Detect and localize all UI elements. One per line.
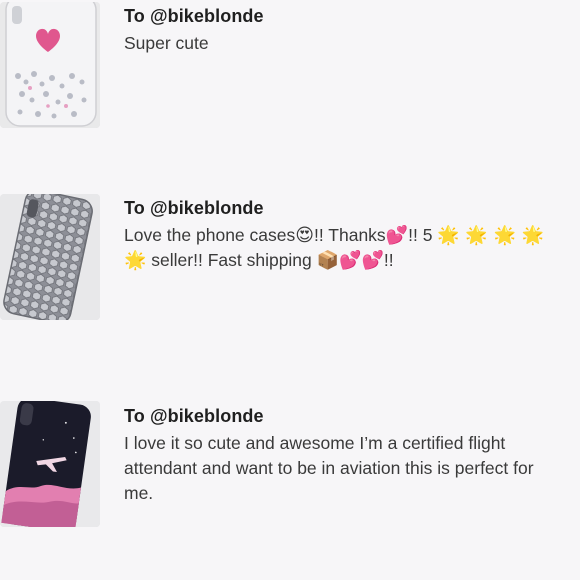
- review-text-part: Super cute: [124, 33, 209, 53]
- two-hearts-emoji-icon: 💕: [385, 225, 409, 246]
- review-recipient[interactable]: To @bikeblonde: [124, 5, 564, 27]
- package-hearts-emoji-icon: 📦💕💕: [316, 250, 384, 271]
- review-recipient[interactable]: To @bikeblonde: [124, 405, 564, 427]
- review-text: Love the phone cases😍!! Thanks💕!! 5 🌟 🌟 …: [124, 223, 564, 273]
- phone-case-thumbnail[interactable]: [0, 2, 100, 128]
- phone-case-thumbnail[interactable]: [0, 401, 100, 527]
- airplane-sky-phone-case-icon: [0, 401, 100, 527]
- heart-eyes-emoji-icon: 😍: [295, 225, 315, 246]
- phone-case-thumbnail[interactable]: [0, 194, 100, 320]
- review-text: I love it so cute and awesome I’m a cert…: [124, 431, 564, 506]
- review-text-part: I love it so cute and awesome I’m a cert…: [124, 433, 534, 503]
- review-text: Super cute: [124, 31, 564, 56]
- review-text-part: seller!! Fast shipping: [146, 250, 317, 270]
- review-text-part: !! 5: [408, 225, 438, 245]
- hexagon-glitter-phone-case-icon: [0, 194, 100, 320]
- review-text-part: !!: [383, 250, 394, 270]
- review-text-part: Love the phone cases: [124, 225, 296, 245]
- review-text-part: !! Thanks: [314, 225, 386, 245]
- glitter-heart-phone-case-icon: [0, 2, 100, 128]
- review-recipient[interactable]: To @bikeblonde: [124, 197, 564, 219]
